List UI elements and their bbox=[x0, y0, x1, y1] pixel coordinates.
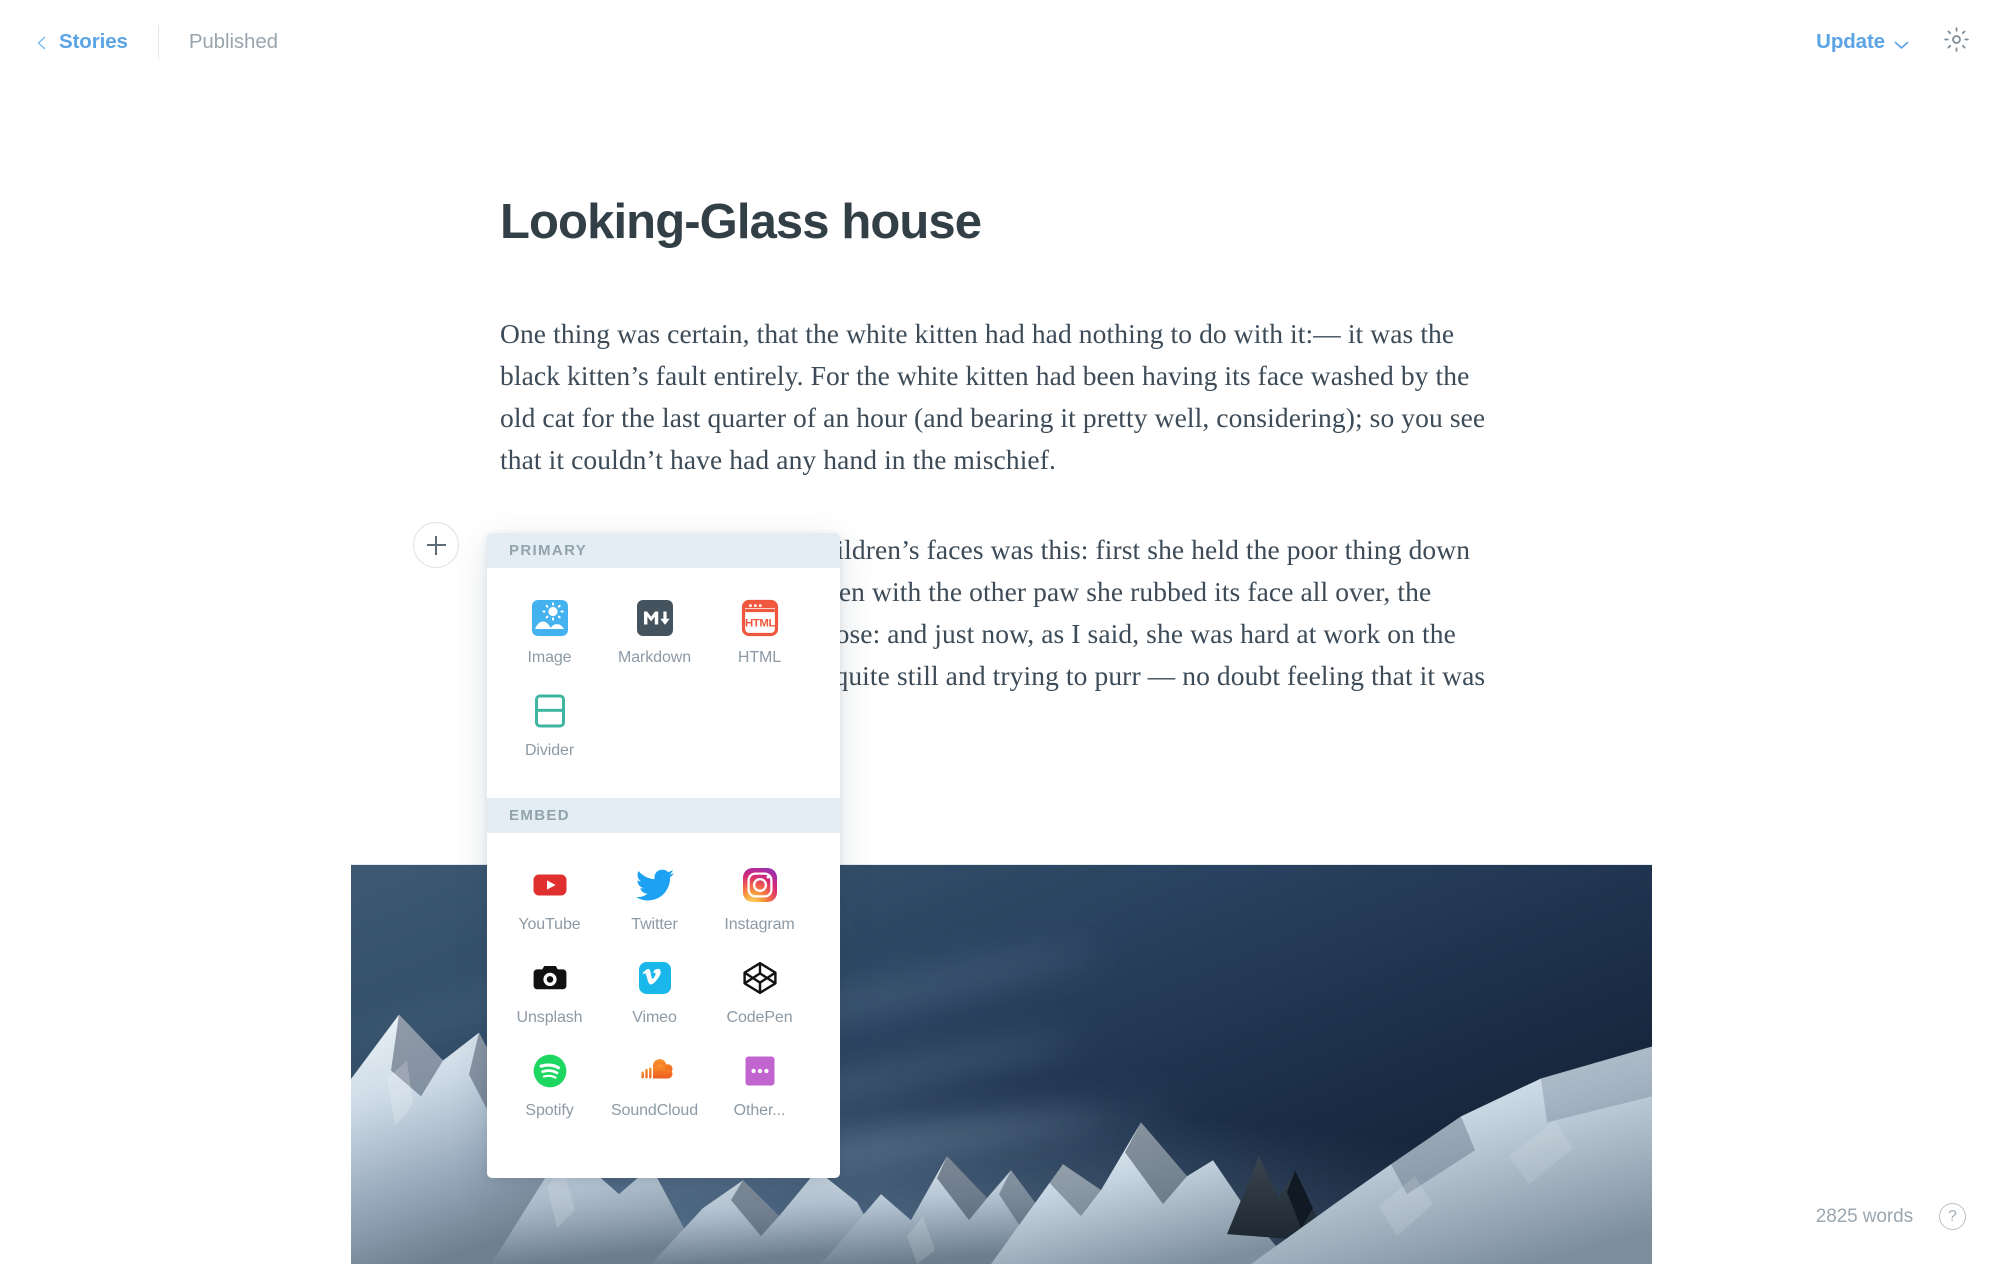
html-card-icon: HTML bbox=[740, 598, 780, 638]
page-title[interactable]: Looking-Glass house bbox=[500, 194, 1500, 250]
settings-button[interactable] bbox=[1943, 26, 1970, 58]
card-menu-item-image[interactable]: Image bbox=[497, 588, 602, 681]
spotify-icon bbox=[530, 1051, 570, 1091]
update-button-label: Update bbox=[1816, 30, 1885, 54]
svg-text:HTML: HTML bbox=[744, 618, 774, 630]
top-bar: Stories Published Update bbox=[0, 0, 2000, 84]
image-card-icon bbox=[530, 598, 570, 638]
card-menu-item-vimeo[interactable]: Vimeo bbox=[602, 948, 707, 1041]
chevron-left-icon[interactable] bbox=[34, 35, 50, 51]
card-menu-item-html[interactable]: HTML HTML bbox=[707, 588, 812, 681]
top-bar-actions: Update bbox=[1816, 26, 2000, 58]
card-menu-item-instagram[interactable]: Instagram bbox=[707, 855, 812, 948]
word-count: 2825 words bbox=[1816, 1206, 1913, 1228]
question-mark-icon[interactable]: ? bbox=[1939, 1203, 1966, 1230]
card-menu-item-unsplash[interactable]: Unsplash bbox=[497, 948, 602, 1041]
card-menu-item-divider[interactable]: Divider bbox=[497, 681, 602, 774]
card-menu-item-label: HTML bbox=[738, 649, 781, 667]
youtube-icon bbox=[530, 865, 570, 905]
stories-link[interactable]: Stories bbox=[59, 30, 128, 54]
update-button[interactable]: Update bbox=[1816, 30, 1909, 54]
unsplash-icon bbox=[530, 958, 570, 998]
card-menu-item-label: Spotify bbox=[525, 1102, 573, 1120]
chevron-down-icon bbox=[1894, 32, 1909, 56]
twitter-icon bbox=[635, 865, 675, 905]
card-insert-menu[interactable]: PRIMARY bbox=[487, 533, 840, 1178]
card-menu-primary-grid: Image Markdown bbox=[487, 568, 840, 798]
card-menu-item-label: Markdown bbox=[618, 649, 691, 667]
card-menu-item-label: SoundCloud bbox=[611, 1102, 698, 1120]
breadcrumb: Stories Published bbox=[0, 25, 278, 59]
card-menu-item-label: Divider bbox=[525, 742, 574, 760]
markdown-card-icon bbox=[635, 598, 675, 638]
card-menu-item-label: CodePen bbox=[726, 1009, 792, 1027]
card-menu-item-markdown[interactable]: Markdown bbox=[602, 588, 707, 681]
vimeo-icon bbox=[635, 958, 675, 998]
card-menu-item-codepen[interactable]: CodePen bbox=[707, 948, 812, 1041]
gear-icon bbox=[1943, 26, 1970, 58]
codepen-icon bbox=[740, 958, 780, 998]
editor-footer: 2825 words ? bbox=[1816, 1203, 1966, 1230]
editor-canvas: Looking-Glass house One thing was certai… bbox=[0, 84, 2000, 739]
post-status-label: Published bbox=[189, 30, 278, 54]
breadcrumb-divider bbox=[158, 25, 159, 59]
divider-card-icon bbox=[530, 691, 570, 731]
card-menu-item-label: Other... bbox=[734, 1102, 786, 1120]
card-menu-item-other[interactable]: Other... bbox=[707, 1041, 812, 1134]
card-menu-embed-grid: YouTube Twitter bbox=[487, 833, 840, 1160]
card-menu-item-soundcloud[interactable]: SoundCloud bbox=[602, 1041, 707, 1134]
add-card-button[interactable] bbox=[413, 522, 459, 568]
card-menu-item-label: YouTube bbox=[518, 916, 580, 934]
other-embed-icon bbox=[740, 1051, 780, 1091]
card-menu-item-label: Twitter bbox=[631, 916, 677, 934]
card-menu-item-label: Instagram bbox=[724, 916, 794, 934]
card-menu-item-label: Image bbox=[528, 649, 572, 667]
card-menu-item-youtube[interactable]: YouTube bbox=[497, 855, 602, 948]
instagram-icon bbox=[740, 865, 780, 905]
card-menu-item-label: Unsplash bbox=[517, 1009, 583, 1027]
card-menu-item-spotify[interactable]: Spotify bbox=[497, 1041, 602, 1134]
soundcloud-icon bbox=[635, 1051, 675, 1091]
card-menu-item-twitter[interactable]: Twitter bbox=[602, 855, 707, 948]
paragraph-1[interactable]: One thing was certain, that the white ki… bbox=[500, 313, 1500, 481]
card-menu-section-heading-embed: EMBED bbox=[487, 798, 840, 833]
card-menu-section-heading-primary: PRIMARY bbox=[487, 533, 840, 568]
card-menu-item-label: Vimeo bbox=[632, 1009, 677, 1027]
